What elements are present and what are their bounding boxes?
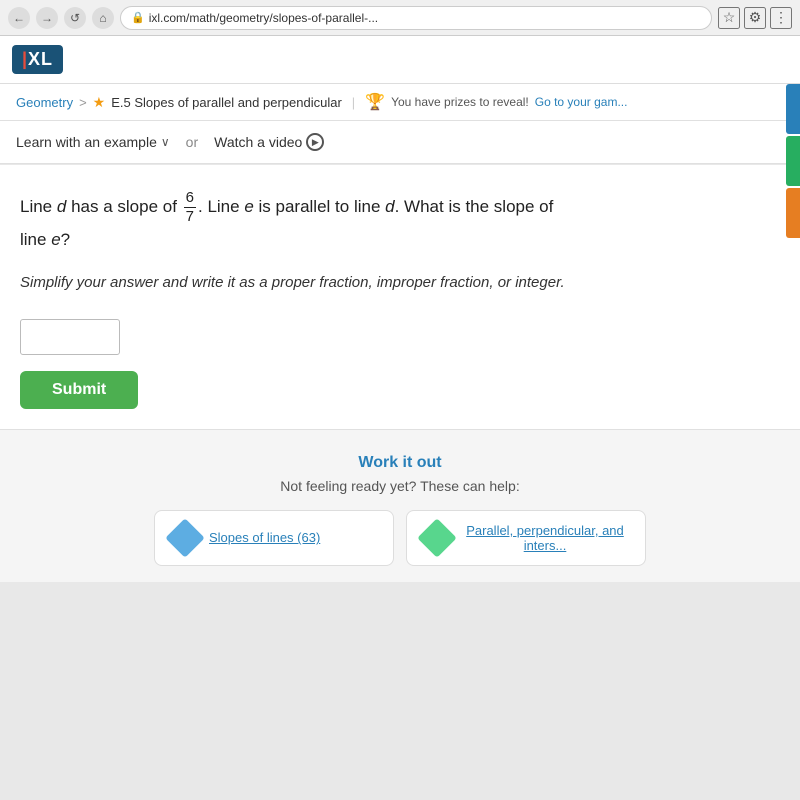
extensions-button[interactable]: ⚙ bbox=[744, 7, 766, 29]
work-it-out-title: Work it out bbox=[20, 454, 780, 472]
breadcrumb: Geometry > ★ E.5 Slopes of parallel and … bbox=[0, 84, 800, 121]
video-label: Watch a video bbox=[214, 134, 302, 150]
home-button[interactable]: ⌂ bbox=[92, 7, 114, 29]
diamond-icon-2 bbox=[417, 518, 457, 558]
line-e-text: line e? bbox=[20, 230, 70, 249]
help-card-2-label: Parallel, perpendicular, and inters... bbox=[461, 523, 629, 553]
logo-pipe: | bbox=[22, 49, 28, 69]
fraction-denominator: 7 bbox=[184, 208, 196, 226]
forward-button[interactable]: → bbox=[36, 7, 58, 29]
help-cards: Slopes of lines (63) Parallel, perpendic… bbox=[20, 510, 780, 566]
star-icon: ★ bbox=[93, 94, 106, 111]
breadcrumb-geometry-link[interactable]: Geometry bbox=[16, 95, 73, 110]
bottom-section: Work it out Not feeling ready yet? These… bbox=[0, 429, 800, 582]
trophy-icon: 🏆 bbox=[365, 92, 385, 112]
help-card-2[interactable]: Parallel, perpendicular, and inters... bbox=[406, 510, 646, 566]
learn-dropdown[interactable]: Learn with an example ∨ bbox=[16, 134, 170, 150]
separator-pipe: | bbox=[352, 95, 355, 110]
learn-bar: Learn with an example ∨ or Watch a video… bbox=[0, 121, 800, 164]
bookmark-button[interactable]: ☆ bbox=[718, 7, 740, 29]
ixl-header: |XL bbox=[0, 36, 800, 84]
prizes-link[interactable]: Go to your gam... bbox=[535, 95, 628, 109]
ixl-logo[interactable]: |XL bbox=[12, 45, 63, 74]
or-text: or bbox=[186, 134, 198, 150]
variable-d-inline: d bbox=[385, 197, 394, 216]
lock-icon: 🔒 bbox=[131, 11, 145, 24]
answer-input[interactable] bbox=[20, 319, 120, 355]
back-button[interactable]: ← bbox=[8, 7, 30, 29]
learn-label: Learn with an example bbox=[16, 134, 157, 150]
watch-video-button[interactable]: Watch a video ▶ bbox=[214, 133, 324, 151]
prizes-text: You have prizes to reveal! bbox=[391, 95, 529, 109]
question-text: Line d has a slope of 6 7 . Line e is pa… bbox=[20, 189, 780, 255]
browser-bar: ← → ↺ ⌂ 🔒 ixl.com/math/geometry/slopes-o… bbox=[0, 0, 800, 36]
menu-button[interactable]: ⋮ bbox=[770, 7, 792, 29]
help-card-1-label: Slopes of lines (63) bbox=[209, 530, 320, 545]
variable-e: e bbox=[51, 230, 60, 249]
instruction-text: Simplify your answer and write it as a p… bbox=[20, 271, 780, 295]
sidebar-tab-blue[interactable] bbox=[786, 84, 800, 134]
diamond-icon-1 bbox=[165, 518, 205, 558]
main-content: Line d has a slope of 6 7 . Line e is pa… bbox=[0, 165, 800, 429]
refresh-button[interactable]: ↺ bbox=[64, 7, 86, 29]
variable-d: d bbox=[57, 197, 66, 216]
sidebar-tab-orange[interactable] bbox=[786, 188, 800, 238]
variable-e-inline: e bbox=[244, 197, 253, 216]
browser-icons: ☆ ⚙ ⋮ bbox=[718, 7, 792, 29]
url-text: ixl.com/math/geometry/slopes-of-parallel… bbox=[149, 11, 378, 25]
play-icon: ▶ bbox=[306, 133, 324, 151]
address-bar[interactable]: 🔒 ixl.com/math/geometry/slopes-of-parall… bbox=[120, 6, 712, 30]
fraction-6-7: 6 7 bbox=[184, 189, 196, 226]
fraction-numerator: 6 bbox=[184, 189, 196, 208]
breadcrumb-lesson-title: E.5 Slopes of parallel and perpendicular bbox=[111, 95, 342, 110]
right-sidebar bbox=[786, 84, 800, 238]
breadcrumb-separator: > bbox=[79, 95, 87, 110]
help-card-1[interactable]: Slopes of lines (63) bbox=[154, 510, 394, 566]
submit-button[interactable]: Submit bbox=[20, 371, 138, 409]
not-ready-text: Not feeling ready yet? These can help: bbox=[20, 478, 780, 494]
sidebar-tab-green[interactable] bbox=[786, 136, 800, 186]
dropdown-arrow-icon: ∨ bbox=[161, 135, 170, 149]
